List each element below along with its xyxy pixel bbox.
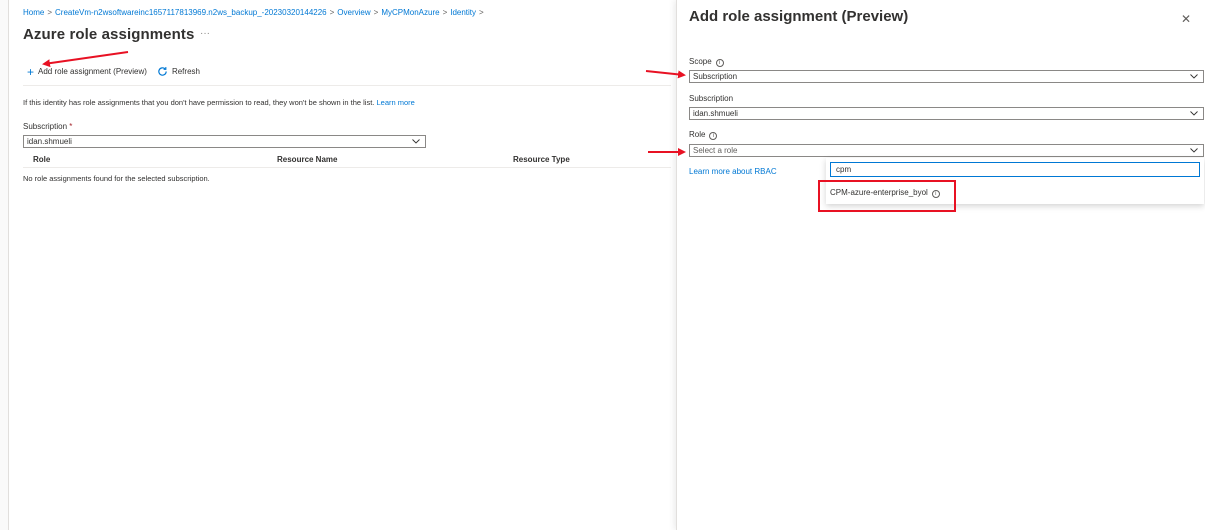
breadcrumb: Home > CreateVm-n2wsoftwareinc165711781396… [23,8,487,17]
breadcrumb-mycpmonazure[interactable]: MyCPMonAzure [381,8,439,17]
role-label-text: Role [689,130,706,139]
breadcrumb-separator: > [373,8,379,17]
refresh-button[interactable]: Refresh [157,66,200,77]
more-icon[interactable]: ··· [200,28,210,39]
close-icon[interactable]: ✕ [1181,12,1191,26]
plus-icon: + [27,64,35,79]
chevron-down-icon [1190,148,1198,153]
role-dropdown[interactable]: Select a role [689,144,1204,157]
add-role-assignment-button[interactable]: + Add role assignment (Preview) [27,64,147,79]
breadcrumb-vm[interactable]: CreateVm-n2wsoftwareinc1657117813969.n2w… [55,8,327,17]
panel-subscription-value: idan.shmueli [693,109,738,118]
subscription-dropdown[interactable]: idan.shmueli [23,135,426,148]
scope-dropdown-value: Subscription [693,72,738,81]
permission-info-text: If this identity has role assignments th… [23,98,415,107]
role-dropdown-list: CPM-azure-enterprise_byoli [826,158,1204,204]
add-role-assignment-label: Add role assignment (Preview) [38,67,147,76]
subscription-label: Subscription * [23,122,72,131]
breadcrumb-separator: > [479,8,484,17]
role-label: Role i [689,130,718,140]
subscription-field-label: Subscription [689,94,734,103]
refresh-icon [158,67,167,76]
toolbar-divider [23,85,671,86]
info-icon[interactable]: i [715,59,724,67]
scope-dropdown[interactable]: Subscription [689,70,1204,83]
subscription-dropdown-value: idan.shmueli [27,137,72,146]
add-role-assignment-panel: Add role assignment (Preview) ✕ Scope i S… [676,0,1205,530]
breadcrumb-separator: > [442,8,448,17]
subscription-label-text: Subscription [23,122,68,131]
column-resource-name[interactable]: Resource Name [277,155,337,164]
page-title: Azure role assignments [23,26,195,43]
refresh-label: Refresh [171,67,200,76]
required-marker: * [69,122,73,131]
scope-label-text: Scope [689,57,712,66]
breadcrumb-separator: > [47,8,53,17]
breadcrumb-identity[interactable]: Identity [450,8,476,17]
breadcrumb-overview[interactable]: Overview [337,8,370,17]
breadcrumb-separator: > [329,8,335,17]
chevron-down-icon [1190,74,1198,79]
chevron-down-icon [412,139,420,144]
scope-label: Scope i [689,57,724,67]
learn-more-link[interactable]: Learn more [376,98,414,107]
permission-info-message: If this identity has role assignments th… [23,98,375,107]
panel-title: Add role assignment (Preview) [689,8,909,25]
role-assignments-blade: Home > CreateVm-n2wsoftwareinc165711781396… [8,0,676,530]
role-option-cpm-azure-enterprise-byol[interactable]: CPM-azure-enterprise_byol i [830,188,940,198]
panel-subscription-dropdown[interactable]: idan.shmueli [689,107,1204,120]
assignments-grid-header: Role Resource Name Resource Type [23,154,671,168]
learn-more-rbac-link[interactable]: Learn more about RBAC [689,167,777,176]
chevron-down-icon [1190,111,1198,116]
info-icon[interactable]: i [709,132,718,140]
screen: Home > CreateVm-n2wsoftwareinc165711781396… [0,0,1205,530]
role-dropdown-placeholder: Select a role [693,146,738,155]
column-role[interactable]: Role [33,155,50,164]
empty-state-message: No role assignments found for the select… [23,174,210,183]
role-option-label: CPM-azure-enterprise_byol [830,188,928,197]
role-search-input[interactable] [830,162,1200,177]
info-icon[interactable]: i [931,190,940,198]
breadcrumb-home[interactable]: Home [23,8,44,17]
column-resource-type[interactable]: Resource Type [513,155,570,164]
toolbar: + Add role assignment (Preview) Refresh [27,64,200,79]
